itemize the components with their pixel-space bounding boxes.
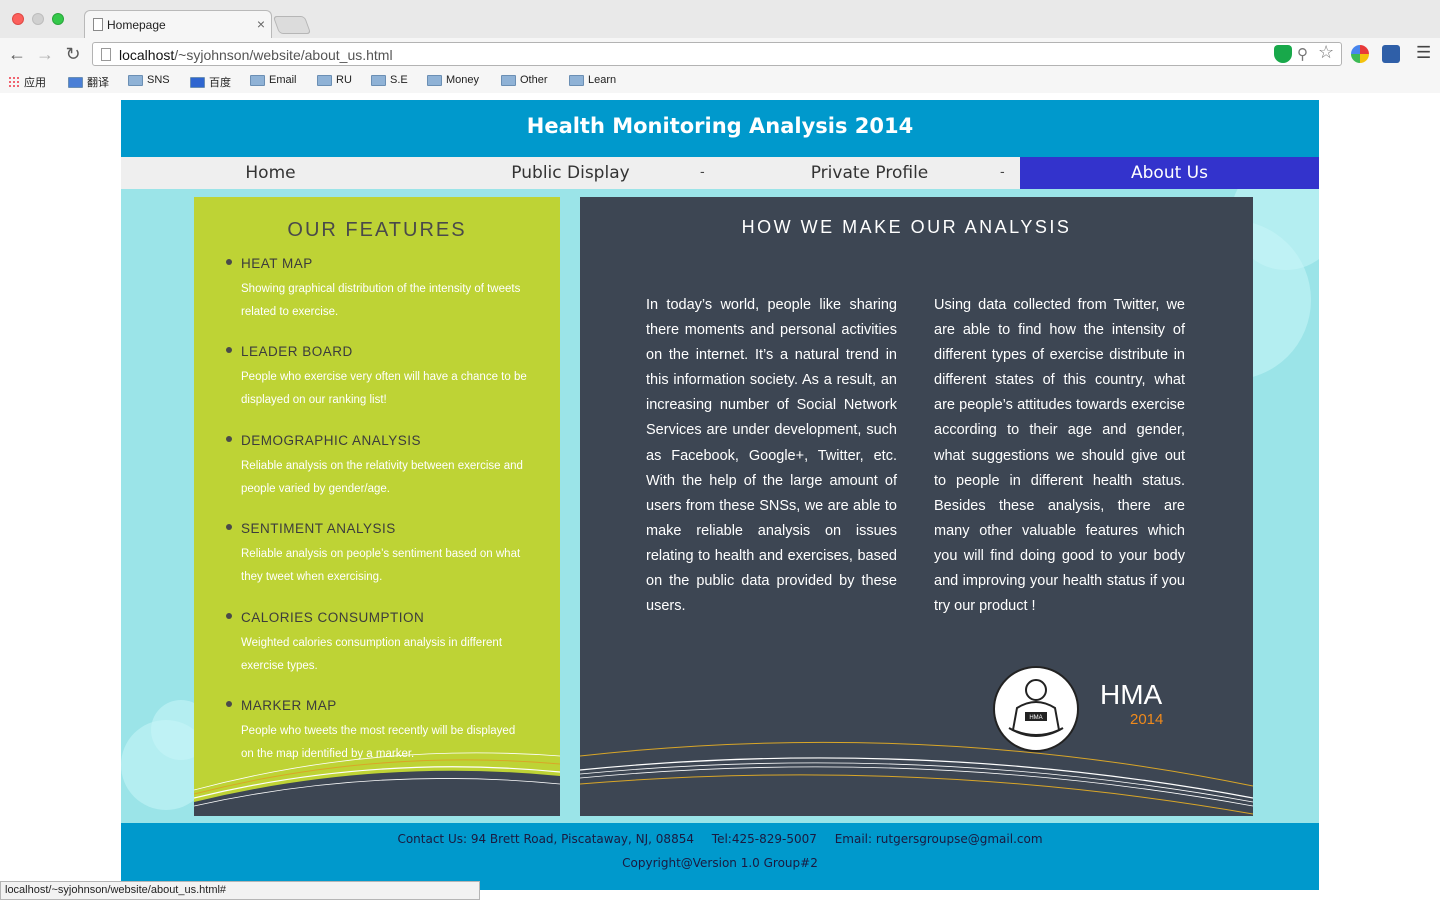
bookmarks-bar: 应用 翻译 SNS 百度 Email RU S.E Money Other Le… [0,70,1440,93]
features-title: OUR FEATURES [287,219,467,241]
browser-tab[interactable]: Homepage × [84,10,272,38]
features-panel: OUR FEATURES HEAT MAP Showing graphical … [194,197,560,816]
page-icon [93,18,103,31]
shield-extension-icon[interactable] [1274,45,1292,63]
nav-about-us[interactable]: About Us [1020,157,1319,189]
baidu-icon [190,76,205,88]
forward-arrow-icon[interactable]: → [34,44,56,65]
bookmark-translate[interactable]: 翻译 [68,74,109,90]
bullet-icon [226,347,232,353]
analysis-text-right: Using data collected from Twitter, we ar… [934,297,1185,615]
address-url: localhost/~syjohnson/website/about_us.ht… [119,47,393,63]
feature-name: CALORIES CONSUMPTION [241,610,425,625]
main-nav: Home Public Display - Private Profile - … [121,157,1319,189]
site-title: Health Monitoring Analysis 2014 [526,114,914,138]
logo-badge-text: HMA [1029,715,1042,721]
decorative-waves [580,741,1253,815]
page-container: Health Monitoring Analysis 2014 Home Pub… [121,100,1319,890]
bullet-icon [226,436,232,442]
feature-description: Reliable analysis on the relativity betw… [241,460,523,495]
feature-description: Showing graphical distribution of the in… [241,283,521,318]
menu-icon[interactable]: ☰ [1416,43,1431,63]
new-tab-button[interactable] [272,16,312,34]
apps-grid-icon [8,76,20,88]
bullet-icon [226,259,232,265]
reload-icon[interactable]: ↻ [62,44,84,65]
back-arrow-icon[interactable]: ← [6,44,28,65]
feature-name: MARKER MAP [241,698,337,713]
nav-separator: - [700,163,705,179]
page-icon [101,48,111,61]
analysis-title: HOW WE MAKE OUR ANALYSIS [741,217,1072,237]
footer-contact: Contact Us: 94 Brett Road, Piscataway, N… [121,832,1319,846]
bookmark-baidu[interactable]: 百度 [190,74,231,90]
folder-icon [371,74,386,86]
nav-separator: - [1000,163,1005,179]
nav-home[interactable]: Home [121,157,420,189]
zoom-window-button[interactable] [52,13,64,25]
footer-email[interactable]: Email: rutgersgroupse@gmail.com [835,832,1043,846]
bullet-icon [226,524,232,530]
feature-description: People who exercise very often will have… [241,371,527,406]
footer-phone: Tel:425-829-5007 [711,832,817,846]
minimize-window-button[interactable] [32,13,44,25]
search-icon[interactable]: ⚲ [1297,45,1308,63]
feature-description: Weighted calories consumption analysis i… [241,637,503,672]
feature-name: SENTIMENT ANALYSIS [241,521,396,536]
share-extension-icon[interactable] [1382,45,1400,63]
analysis-panel: HOW WE MAKE OUR ANALYSIS In today’s worl… [580,197,1253,816]
feature-name: HEAT MAP [241,256,313,271]
footer-copyright: Copyright@Version 1.0 Group#2 [622,856,818,870]
bookmark-other[interactable]: Other [501,74,548,86]
folder-icon [250,74,265,86]
site-header: Health Monitoring Analysis 2014 [121,100,1319,157]
status-bar: localhost/~syjohnson/website/about_us.ht… [0,881,480,900]
close-tab-icon[interactable]: × [257,16,265,32]
decorative-waves [194,752,560,816]
folder-icon [501,74,516,86]
translate-icon [68,76,83,88]
nav-public-display[interactable]: Public Display [421,157,720,189]
bookmark-learn[interactable]: Learn [569,74,616,86]
footer-address: Contact Us: 94 Brett Road, Piscataway, N… [397,832,694,846]
tab-title: Homepage [107,18,166,32]
site-footer: Contact Us: 94 Brett Road, Piscataway, N… [121,823,1319,890]
address-bar[interactable]: localhost/~syjohnson/website/about_us.ht… [92,42,1342,66]
nav-private-profile[interactable]: Private Profile [720,157,1019,189]
analysis-text-left: In today’s world, people like sharing th… [646,297,897,615]
folder-icon [569,74,584,86]
bookmark-apps[interactable]: 应用 [8,74,46,90]
bookmark-ru[interactable]: RU [317,74,352,86]
folder-icon [128,74,143,86]
bookmark-star-icon[interactable]: ☆ [1318,42,1334,63]
bullet-icon [226,613,232,619]
bookmark-sns[interactable]: SNS [128,74,170,86]
feature-name: DEMOGRAPHIC ANALYSIS [241,433,422,448]
folder-icon [427,74,442,86]
folder-icon [317,74,332,86]
close-window-button[interactable] [12,13,24,25]
bookmark-se[interactable]: S.E [371,74,408,86]
feature-name: LEADER BOARD [241,344,353,359]
feature-description: Reliable analysis on people’s sentiment … [241,548,521,583]
color-extension-icon[interactable] [1351,45,1369,63]
bullet-icon [226,701,232,707]
browser-chrome: Homepage × ← → ↻ localhost/~syjohnson/we… [0,0,1440,93]
bookmark-money[interactable]: Money [427,74,479,86]
logo-name: HMA [1100,679,1163,710]
bookmark-email[interactable]: Email [250,74,297,86]
